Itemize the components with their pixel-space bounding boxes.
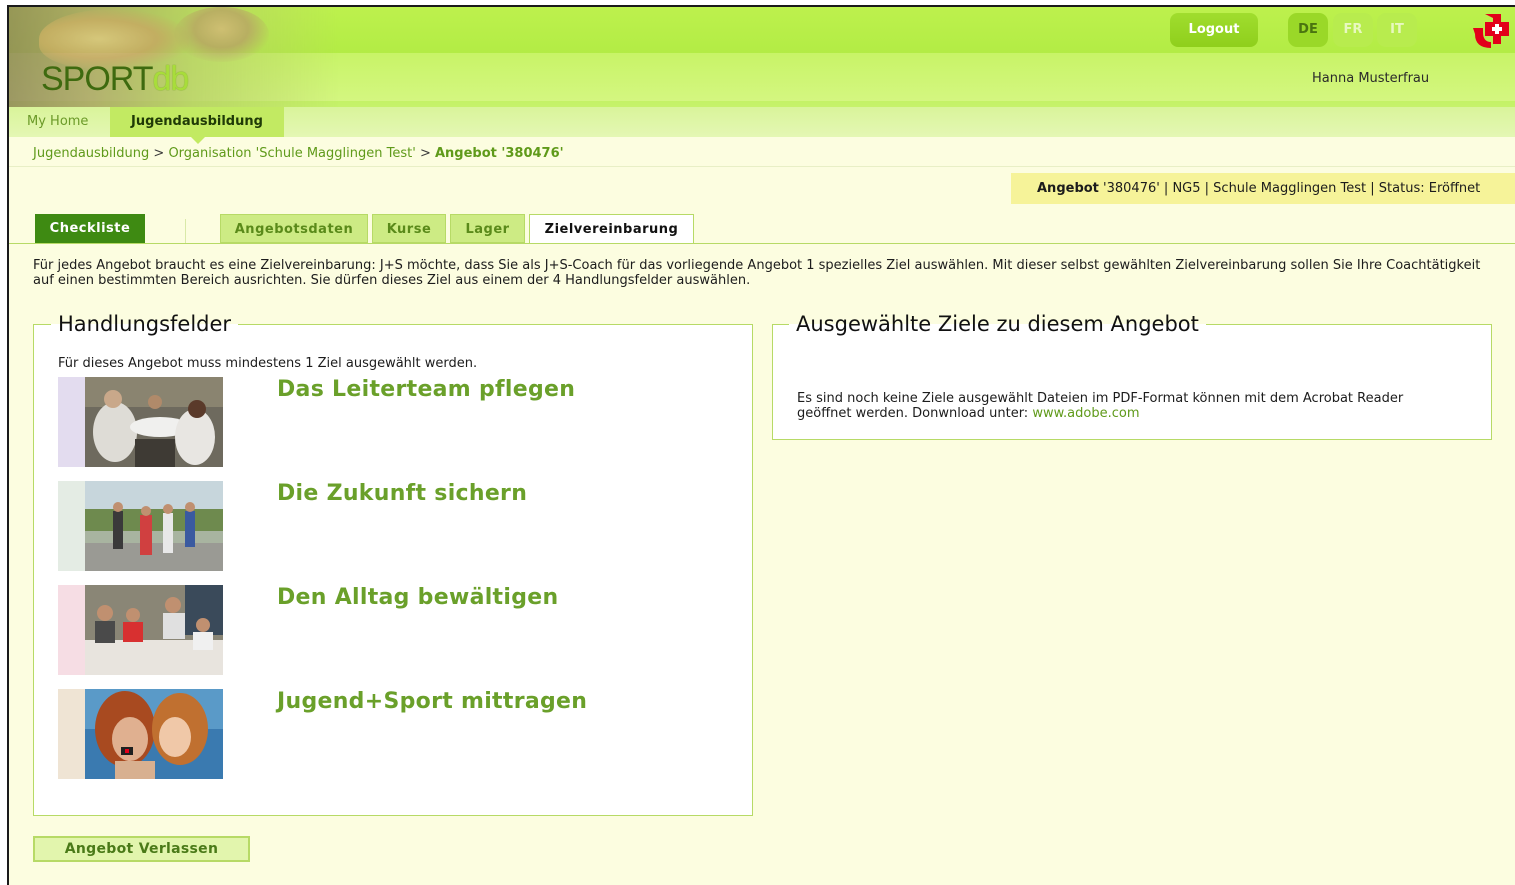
selected-goals-message: Es sind noch keine Ziele ausgewählt Date… bbox=[797, 391, 1457, 421]
field-image-mittragen[interactable] bbox=[58, 689, 223, 779]
lang-fr-button[interactable]: FR bbox=[1333, 13, 1373, 47]
breadcrumb-current: Angebot '380476' bbox=[434, 146, 564, 161]
field-title-alltag[interactable]: Den Alltag bewältigen bbox=[277, 585, 558, 610]
field-image-zukunft[interactable] bbox=[58, 481, 223, 571]
breadcrumb-jugendausbildung[interactable]: Jugendausbildung bbox=[33, 146, 149, 161]
tab-separator bbox=[185, 219, 186, 243]
breadcrumb-separator: > bbox=[153, 146, 165, 161]
jugend-sport-logo-icon bbox=[1473, 14, 1509, 48]
tab-checkliste[interactable]: Checkliste bbox=[35, 214, 145, 243]
adobe-link[interactable]: www.adobe.com bbox=[1032, 406, 1139, 421]
logout-button[interactable]: Logout bbox=[1170, 13, 1258, 47]
field-item[interactable]: Die Zukunft sichern bbox=[58, 481, 718, 571]
handlungsfelder-panel: Handlungsfelder Für dieses Angebot muss … bbox=[33, 309, 753, 816]
field-title-zukunft[interactable]: Die Zukunft sichern bbox=[277, 481, 527, 506]
lang-de-button[interactable]: DE bbox=[1288, 13, 1328, 47]
offer-status-box: Angebot '380476' | NG5 | Schule Maggling… bbox=[1011, 173, 1515, 204]
status-label: Angebot bbox=[1037, 181, 1099, 196]
leave-offer-button[interactable]: Angebot Verlassen bbox=[33, 836, 250, 862]
tab-lager[interactable]: Lager bbox=[450, 214, 525, 243]
field-image-alltag[interactable] bbox=[58, 585, 223, 675]
intro-text: Für jedes Angebot braucht es eine Zielve… bbox=[33, 258, 1481, 288]
logo-main: SPORT bbox=[41, 60, 154, 98]
selected-goals-title: Ausgewählte Ziele zu diesem Angebot bbox=[789, 309, 1206, 339]
field-title-mittragen[interactable]: Jugend+Sport mittragen bbox=[277, 689, 587, 714]
field-item[interactable]: Jugend+Sport mittragen bbox=[58, 689, 718, 779]
main-nav: My Home Jugendausbildung bbox=[9, 107, 1515, 144]
header: SPORTdb Logout DE FR IT Hanna Musterfrau bbox=[9, 7, 1515, 107]
user-name: Hanna Musterfrau bbox=[1312, 71, 1430, 86]
field-image-team[interactable] bbox=[58, 377, 223, 467]
tab-angebotsdaten[interactable]: Angebotsdaten bbox=[220, 214, 368, 243]
sportdb-logo[interactable]: SPORTdb bbox=[41, 60, 190, 98]
field-title-leiterteam[interactable]: Das Leiterteam pflegen bbox=[277, 377, 575, 402]
tabs-underline bbox=[9, 243, 1515, 244]
breadcrumb-separator: > bbox=[419, 146, 431, 161]
handlungsfelder-hint: Für dieses Angebot muss mindestens 1 Zie… bbox=[58, 356, 478, 371]
handlungsfelder-title: Handlungsfelder bbox=[51, 309, 239, 339]
field-item[interactable]: Das Leiterteam pflegen bbox=[58, 377, 718, 467]
nav-my-home[interactable]: My Home bbox=[27, 107, 88, 137]
breadcrumb: Jugendausbildung > Organisation 'Schule … bbox=[33, 146, 564, 161]
tab-zielvereinbarung[interactable]: Zielvereinbarung bbox=[529, 214, 694, 244]
divider bbox=[9, 166, 1515, 167]
app-window: SPORTdb Logout DE FR IT Hanna Musterfrau… bbox=[7, 5, 1515, 885]
nav-jugendausbildung[interactable]: Jugendausbildung bbox=[110, 107, 284, 144]
logo-sub: db bbox=[152, 60, 190, 98]
lang-it-button[interactable]: IT bbox=[1377, 13, 1417, 47]
status-text: '380476' | NG5 | Schule Magglingen Test … bbox=[1103, 181, 1481, 196]
selected-goals-panel: Ausgewählte Ziele zu diesem Angebot Es s… bbox=[772, 309, 1492, 440]
field-item[interactable]: Den Alltag bewältigen bbox=[58, 585, 718, 675]
tab-kurse[interactable]: Kurse bbox=[372, 214, 446, 243]
breadcrumb-organisation[interactable]: Organisation 'Schule Magglingen Test' bbox=[168, 146, 415, 161]
